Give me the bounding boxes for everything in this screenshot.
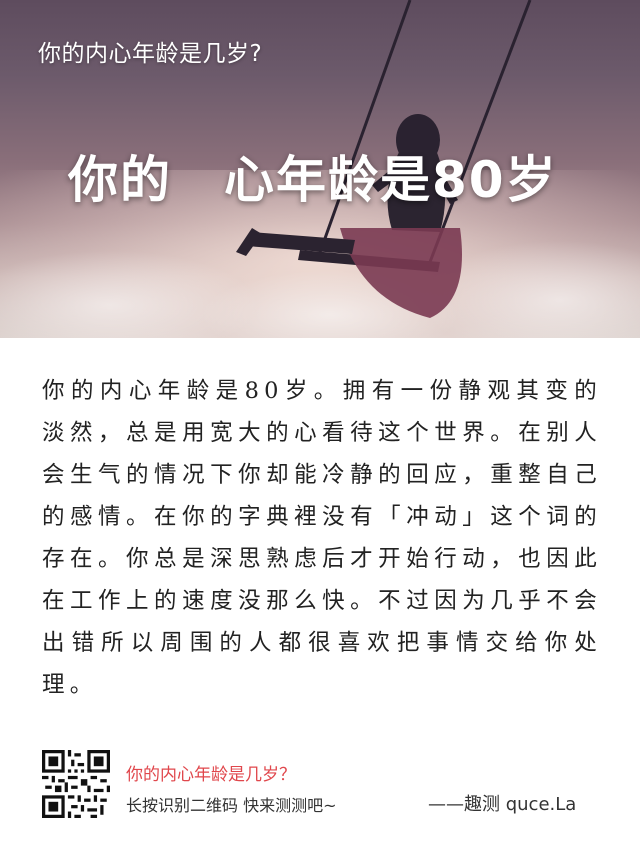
qr-code[interactable] bbox=[42, 750, 110, 818]
footer-question: 你的内心年龄是几岁？ bbox=[126, 765, 296, 785]
hero-banner: 你的内心年龄是几岁? 你的 心年龄是80岁 bbox=[0, 0, 640, 338]
hero-small-title: 你的内心年龄是几岁? bbox=[38, 41, 263, 67]
brand-signature: ——趣测 quce.La bbox=[428, 794, 577, 815]
result-description: 你的内心年龄是80岁。拥有一份静观其变的淡然，总是用宽大的心看待这个世界。在别人… bbox=[42, 378, 602, 698]
result-page: 你的内心年龄是几岁? 你的 心年龄是80岁 你的内心年龄是80岁。拥有一份静观其… bbox=[0, 0, 640, 842]
footer-hint: 长按识别二维码 快来测测吧~ bbox=[126, 796, 337, 815]
hero-result-title: 你的 心年龄是80岁 bbox=[68, 151, 558, 209]
